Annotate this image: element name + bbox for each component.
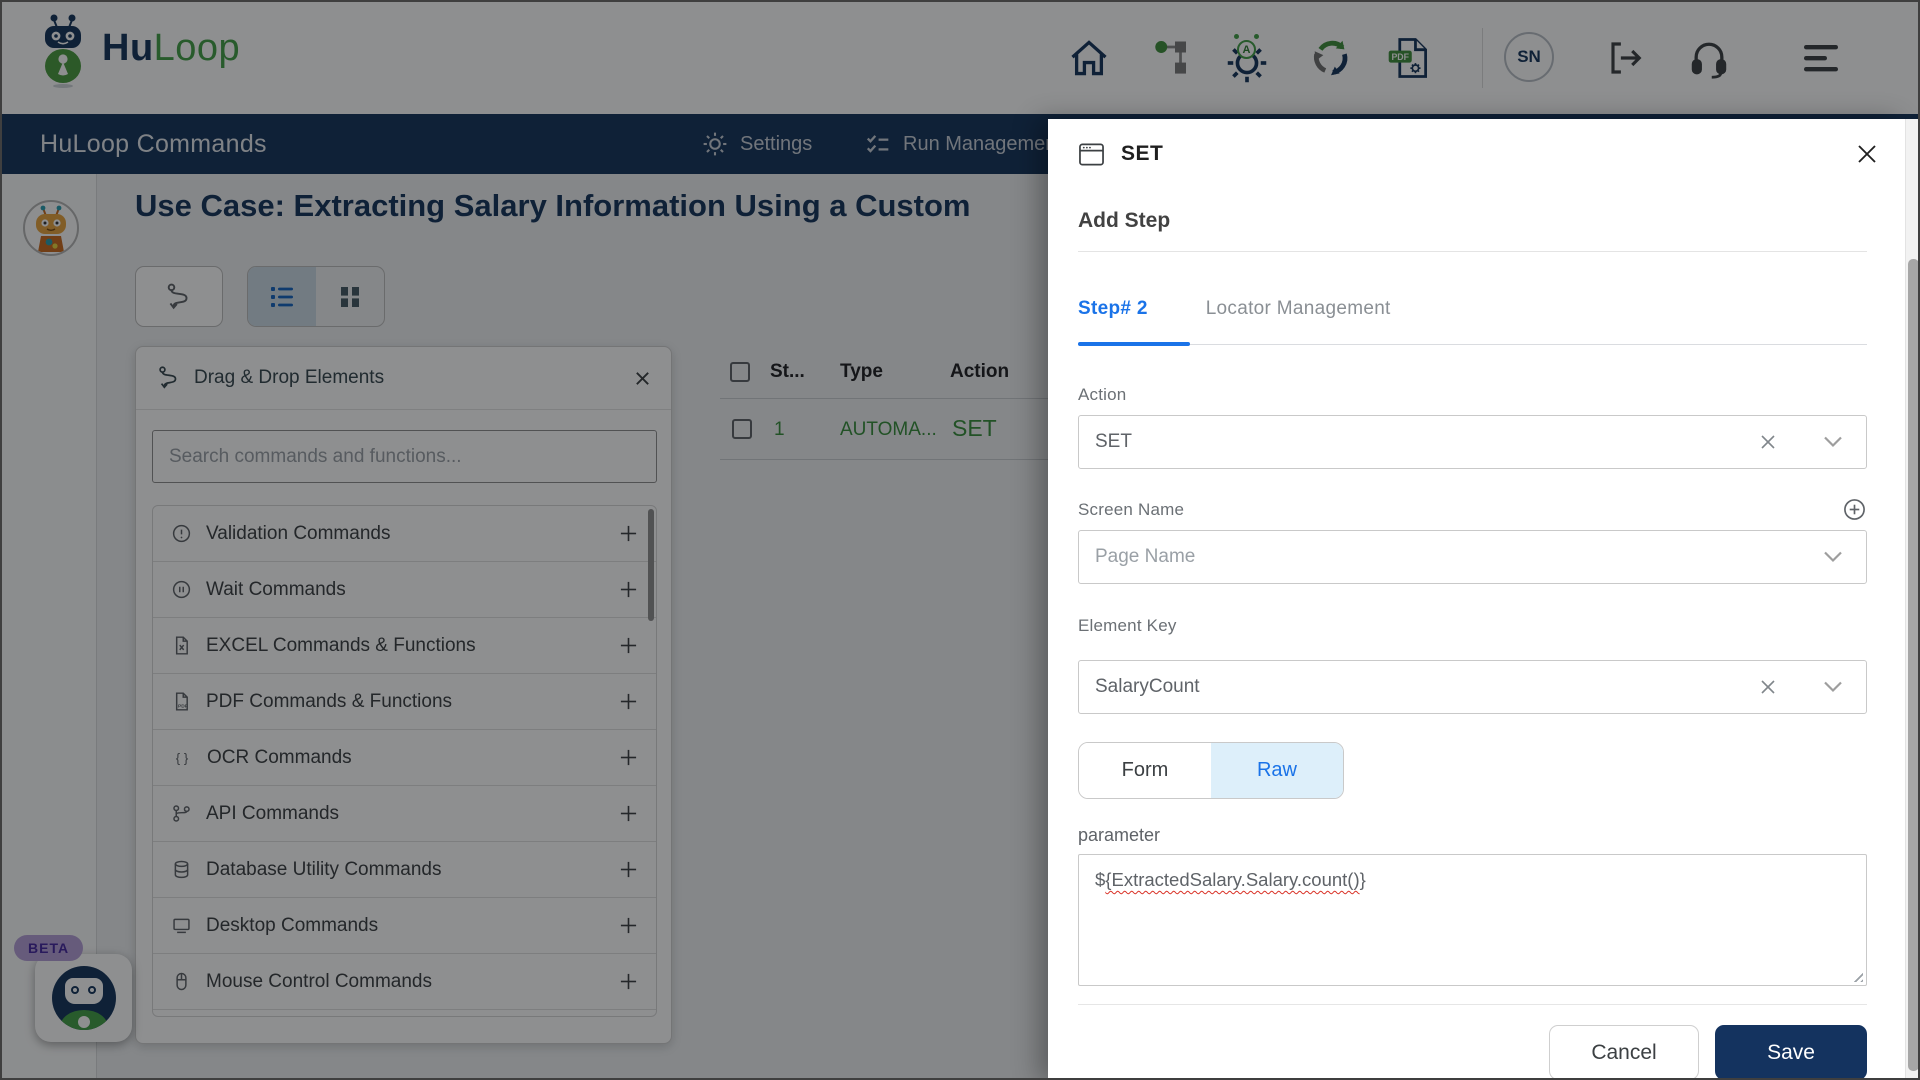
- window-icon: [1079, 143, 1104, 165]
- action-value: SET: [1095, 431, 1132, 452]
- panel-close-icon[interactable]: [1855, 142, 1879, 166]
- footer-divider: [1078, 1004, 1867, 1005]
- form-toggle-option[interactable]: Form: [1079, 743, 1211, 798]
- parameter-value: ${ExtractedSalary.Salary.count()}: [1095, 869, 1366, 890]
- action-select[interactable]: SET: [1078, 415, 1867, 469]
- active-tab-indicator: [1078, 342, 1190, 346]
- screen-name-label: Screen Name: [1078, 499, 1185, 519]
- set-step-panel: SET Add Step Step# 2 Locator Management …: [1048, 119, 1907, 1078]
- element-key-select[interactable]: SalaryCount: [1078, 660, 1867, 714]
- tab-underline-track: [1078, 342, 1867, 346]
- tab-step-2[interactable]: Step# 2: [1078, 298, 1148, 320]
- app-viewport: HuLoop A PDF SN HuLoop Commands Settings…: [0, 0, 1920, 1080]
- panel-header: SET: [1048, 119, 1907, 189]
- element-key-label: Element Key: [1078, 616, 1177, 635]
- add-screen-icon[interactable]: [1842, 497, 1867, 522]
- page-scrollbar-thumb[interactable]: [1908, 259, 1918, 1071]
- heading-divider: [1078, 251, 1867, 252]
- tab-locator-management[interactable]: Locator Management: [1206, 298, 1391, 320]
- parameter-label: parameter: [1078, 825, 1161, 845]
- resize-handle[interactable]: [1850, 969, 1863, 982]
- step-tabs: Step# 2 Locator Management: [1078, 298, 1867, 320]
- form-raw-toggle: Form Raw: [1078, 742, 1344, 799]
- action-label: Action: [1078, 385, 1127, 404]
- panel-footer: Cancel Save: [1078, 1025, 1867, 1078]
- raw-toggle-option[interactable]: Raw: [1211, 743, 1343, 798]
- cancel-button[interactable]: Cancel: [1549, 1025, 1699, 1078]
- panel-title: SET: [1121, 142, 1164, 165]
- panel-heading: Add Step: [1078, 209, 1171, 232]
- page-scrollbar[interactable]: [1905, 119, 1918, 1078]
- screen-name-select[interactable]: Page Name: [1078, 530, 1867, 584]
- clear-x-icon[interactable]: [1758, 432, 1778, 452]
- panel-body: Add Step Step# 2 Locator Management Acti…: [1048, 209, 1907, 1078]
- clear-x-icon[interactable]: [1758, 677, 1778, 697]
- chevron-down-icon[interactable]: [1822, 680, 1844, 694]
- chevron-down-icon[interactable]: [1822, 550, 1844, 564]
- parameter-textarea[interactable]: ${ExtractedSalary.Salary.count()}: [1078, 854, 1867, 986]
- screen-name-placeholder: Page Name: [1095, 546, 1196, 567]
- chevron-down-icon[interactable]: [1822, 435, 1844, 449]
- element-key-value: SalaryCount: [1095, 676, 1200, 697]
- save-button[interactable]: Save: [1715, 1025, 1867, 1078]
